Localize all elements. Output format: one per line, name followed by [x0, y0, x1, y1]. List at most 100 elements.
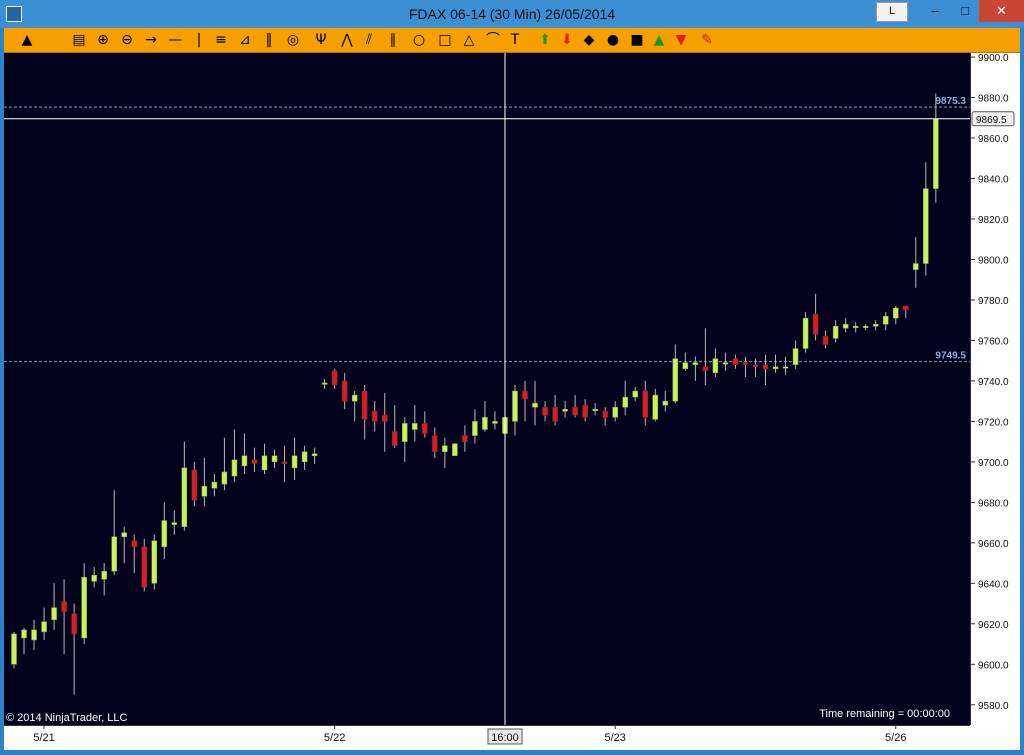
- candle-down: [522, 390, 528, 400]
- zoom-out-icon[interactable]: ⊖: [118, 31, 136, 49]
- candle-down: [341, 380, 348, 402]
- candle-up: [782, 366, 789, 369]
- triangle-up-icon[interactable]: ▲: [650, 31, 668, 49]
- arc-icon[interactable]: ⌒: [484, 31, 502, 49]
- candle-up: [241, 455, 248, 467]
- y-tick-label: 9840.0: [978, 174, 1009, 185]
- candle-down: [812, 313, 819, 335]
- candle-up: [802, 317, 809, 349]
- candle-up: [722, 362, 729, 365]
- candle-up: [652, 394, 659, 420]
- horizontal-line-label: 9749.5: [935, 351, 966, 362]
- y-tick-label: 9740.0: [978, 377, 1009, 388]
- andrews-pitchfork-icon[interactable]: Ψ: [312, 31, 330, 49]
- y-tick-label: 9620.0: [978, 620, 1009, 631]
- candle-down: [732, 358, 739, 365]
- arrow-down-icon[interactable]: ⬇: [558, 31, 576, 49]
- candle-up: [261, 455, 268, 471]
- candle-up: [792, 348, 799, 365]
- candle-down: [762, 364, 769, 370]
- text-icon[interactable]: T: [506, 31, 524, 49]
- l-button[interactable]: L: [876, 2, 908, 22]
- rectangle-icon[interactable]: □: [436, 31, 454, 49]
- square-icon[interactable]: ■: [628, 31, 646, 49]
- fib-timezone-icon[interactable]: ‖: [260, 31, 278, 49]
- triangle-down-icon[interactable]: ▼: [672, 31, 690, 49]
- y-tick-label: 9640.0: [978, 579, 1009, 590]
- vertical-line-icon[interactable]: |: [190, 31, 208, 49]
- drawing-toolbar: ▲ ▤ ⊕ ⊖ → — | ≡ ⊿ ‖ ◎ Ψ ⋀ ⫽ ∥ ○ □ △ ⌒ T ⬆ ⬇ ◆ ● ■ ▲ ▼ ✎: [4, 28, 1020, 53]
- candle-up: [111, 536, 117, 572]
- candle-down: [572, 406, 578, 416]
- horizontal-line-icon[interactable]: —: [166, 31, 184, 49]
- candle-down: [381, 415, 388, 422]
- y-tick-label: 9800.0: [978, 255, 1009, 266]
- arrow-up-icon[interactable]: ⬆: [536, 31, 554, 49]
- candle-up: [231, 459, 238, 477]
- fib-retracement-icon[interactable]: ≡: [212, 31, 230, 49]
- y-tick-label: 9680.0: [978, 498, 1009, 509]
- candle-down: [281, 461, 288, 465]
- candle-down: [361, 390, 368, 420]
- cursor-icon[interactable]: ▲: [18, 31, 36, 49]
- candle-up: [31, 629, 37, 641]
- candle-up: [682, 362, 689, 370]
- diamond-icon[interactable]: ◆: [580, 31, 598, 49]
- y-tick-label: 9860.0: [978, 134, 1009, 145]
- candle-down: [742, 362, 749, 365]
- candle-up: [632, 390, 638, 398]
- candle-up: [692, 362, 699, 365]
- maximize-button[interactable]: □: [952, 0, 978, 22]
- candle-up: [893, 307, 899, 319]
- candle-up: [351, 394, 358, 402]
- chart-panel[interactable]: 9580.0 9600.0 9620.0 9640.0 9660.0 9680.0 9700…: [4, 53, 1020, 750]
- candle-down: [371, 411, 378, 422]
- x-tick-label: 5/21: [33, 732, 54, 744]
- candle-up: [161, 520, 168, 548]
- regression-channel-icon[interactable]: ⫽: [360, 31, 378, 49]
- candle-down: [542, 406, 548, 416]
- candle-down: [702, 366, 709, 372]
- dot-icon[interactable]: ●: [604, 31, 622, 49]
- fib-extension-icon[interactable]: ⊿: [236, 31, 254, 49]
- arrow-line-icon[interactable]: →: [142, 31, 160, 49]
- candle-down: [462, 435, 468, 442]
- candle-down: [331, 370, 338, 386]
- candle-up: [41, 621, 47, 633]
- zoom-in-icon[interactable]: ⊕: [94, 31, 112, 49]
- candlestick-chart[interactable]: 9580.0 9600.0 9620.0 9640.0 9660.0 9680.0 9700…: [4, 53, 1020, 750]
- x-tick-label: 5/26: [885, 732, 906, 744]
- gann-fan-icon[interactable]: ⋀: [338, 31, 356, 49]
- candle-down: [552, 406, 558, 422]
- y-axis-panel: [970, 53, 1020, 750]
- minimize-button[interactable]: –: [920, 0, 950, 22]
- fib-circle-icon[interactable]: ◎: [284, 31, 302, 49]
- data-box-icon[interactable]: ▤: [70, 31, 88, 49]
- candle-up: [81, 576, 87, 639]
- crosshair-price-label: 9869.5: [976, 115, 1007, 126]
- candle-up: [913, 263, 919, 270]
- trend-channel-icon[interactable]: ∥: [384, 31, 402, 49]
- ellipse-icon[interactable]: ○: [410, 31, 428, 49]
- candle-up: [321, 382, 328, 385]
- candle-up: [672, 358, 679, 402]
- horizontal-line-label: 9875.3: [935, 96, 966, 107]
- candle-up: [562, 408, 568, 412]
- candle-up: [311, 453, 318, 457]
- candle-up: [201, 485, 208, 497]
- triangle-icon[interactable]: △: [460, 31, 478, 49]
- y-tick-label: 9700.0: [978, 458, 1009, 469]
- candle-up: [291, 455, 298, 469]
- eraser-icon[interactable]: ✎: [698, 31, 716, 49]
- y-tick-label: 9600.0: [978, 660, 1009, 671]
- candle-up: [271, 455, 278, 463]
- candle-down: [61, 601, 67, 612]
- title-bar: FDAX 06-14 (30 Min) 26/05/2014 L – □ ✕: [0, 0, 1024, 28]
- candle-up: [592, 408, 598, 411]
- close-button[interactable]: ✕: [979, 0, 1024, 22]
- candle-down: [822, 336, 829, 345]
- candle-up: [662, 400, 669, 406]
- candle-down: [191, 469, 198, 501]
- candle-up: [472, 421, 478, 436]
- candle-up: [512, 390, 518, 422]
